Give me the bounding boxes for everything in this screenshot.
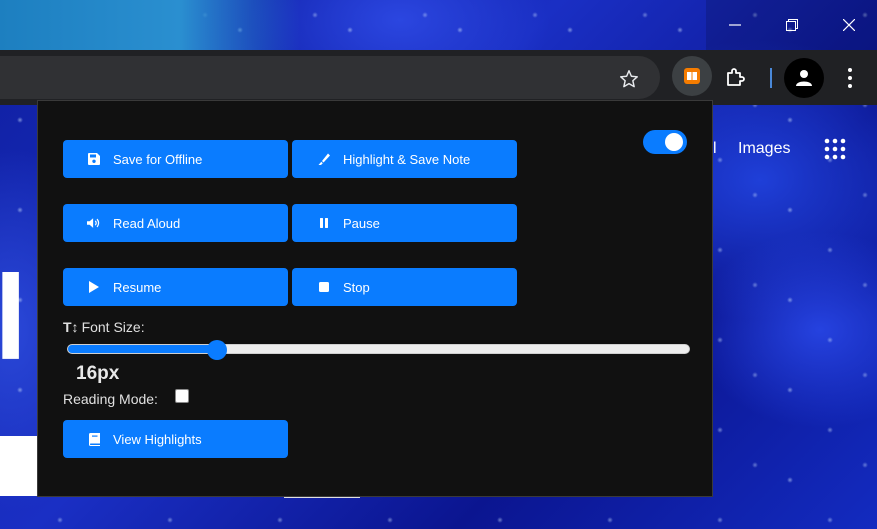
view-highlights-label: View Highlights [113,431,202,447]
font-size-slider-thumb[interactable] [207,340,228,360]
pause-label: Pause [343,215,380,231]
font-size-slider-fill [68,345,218,353]
page-logo-fragment: l [0,251,28,385]
minimize-button[interactable] [706,0,763,50]
reading-mode-label: Reading Mode: [63,391,158,407]
stop-icon [317,280,331,294]
speaker-icon [87,216,101,230]
apps-grid-icon[interactable] [824,138,846,160]
restore-icon [785,19,798,31]
floppy-disk-icon [87,152,101,166]
extension-popup: Save for Offline Highlight & Save Note R… [37,100,713,497]
view-highlights-button[interactable]: View Highlights [63,420,288,458]
save-offline-button[interactable]: Save for Offline [63,140,288,178]
play-icon [87,280,101,294]
font-size-value: 16px [76,363,120,384]
highlighter-icon [317,152,331,166]
toolbar-divider [770,68,772,88]
reading-mode-checkbox[interactable] [175,389,189,403]
font-size-label-text: Font Size: [81,319,145,335]
page-search-box-fragment [0,436,37,496]
highlight-save-note-button[interactable]: Highlight & Save Note [292,140,517,178]
wallpaper-sky [0,0,300,50]
read-aloud-button[interactable]: Read Aloud [63,204,288,242]
close-icon [842,19,855,31]
menu-dots-icon[interactable] [840,64,860,92]
stop-button[interactable]: Stop [292,268,517,306]
profile-icon [796,70,812,86]
images-link[interactable]: Images [738,140,790,158]
pause-button[interactable]: Pause [292,204,517,242]
enable-toggle[interactable] [643,130,687,154]
restore-button[interactable] [763,0,820,50]
toggle-knob [665,133,683,151]
address-bar[interactable] [0,56,660,99]
text-height-icon: T↕ [63,319,79,335]
profile-button[interactable] [784,58,824,98]
font-size-label: T↕ Font Size: [63,319,145,335]
window-controls [706,0,877,50]
resume-label: Resume [113,279,162,295]
read-aloud-label: Read Aloud [113,215,181,231]
extension-book-icon [684,68,700,84]
star-icon[interactable] [618,68,640,90]
book-icon [87,432,101,446]
resume-button[interactable]: Resume [63,268,288,306]
puzzle-icon[interactable] [724,65,748,89]
reader-extension-button[interactable] [672,56,712,96]
stop-label: Stop [343,279,370,295]
close-button[interactable] [820,0,877,50]
minimize-icon [728,24,741,26]
page-nav-separator: l [713,140,717,157]
save-offline-label: Save for Offline [113,151,203,167]
highlight-save-note-label: Highlight & Save Note [343,151,471,167]
pause-icon [317,216,331,230]
font-size-slider[interactable] [67,340,690,360]
